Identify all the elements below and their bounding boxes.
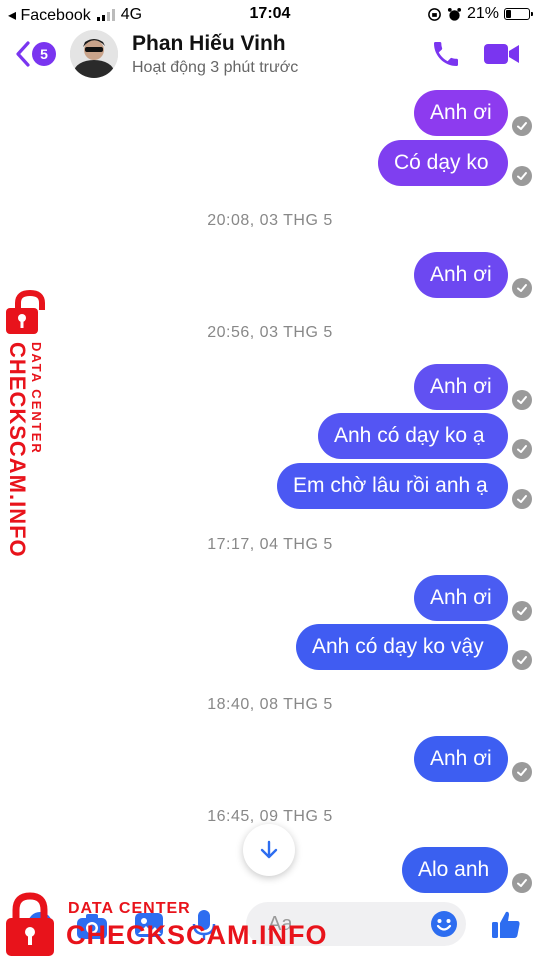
battery-icon (504, 8, 533, 20)
sent-message-bubble[interactable]: Anh ơi (414, 575, 508, 621)
seen-check-icon (512, 116, 532, 136)
alarm-icon (447, 7, 462, 21)
orientation-lock-icon (428, 7, 441, 21)
sent-message-bubble[interactable]: Anh ơi (414, 90, 508, 136)
seen-check-icon (512, 601, 532, 621)
seen-check-icon (512, 390, 532, 410)
watermark-bottom-line1: DATA CENTER (68, 900, 191, 917)
messenger-chat-screen: ◂ Facebook 4G 17:04 21% 5 Phan Hiếu Vinh… (0, 0, 540, 960)
emoji-icon (431, 911, 457, 937)
watermark-bottom-line2: CHECKSCAM.INFO (66, 920, 328, 950)
sent-message-bubble[interactable]: Anh có dạy ko ạ (318, 413, 508, 459)
timestamp-separator: 20:08, 03 THG 5 (207, 212, 333, 229)
seen-check-icon (512, 873, 532, 893)
contact-name[interactable]: Phan Hiếu Vinh (132, 32, 286, 56)
sent-message-bubble[interactable]: Có dạy ko (378, 140, 508, 186)
watermark-side-line1: DATA CENTER (29, 342, 44, 455)
arrow-down-icon (260, 840, 278, 859)
status-bar: ◂ Facebook 4G 17:04 21% (0, 0, 540, 28)
video-call-button[interactable] (483, 40, 521, 73)
sent-message-bubble[interactable]: Em chờ lâu rồi anh ạ (277, 463, 508, 509)
like-button[interactable] (490, 908, 522, 945)
sent-message-bubble[interactable]: Anh ơi (414, 736, 508, 782)
phone-icon (434, 42, 458, 66)
seen-check-icon (512, 650, 532, 670)
watermark-side-line2: CHECKSCAM.INFO (5, 342, 30, 558)
back-button[interactable]: 5 (14, 40, 56, 68)
chat-header: 5 Phan Hiếu Vinh Hoạt động 3 phút trước (0, 28, 540, 86)
timestamp-separator: 18:40, 08 THG 5 (207, 696, 333, 713)
phone-call-button[interactable] (430, 38, 462, 75)
seen-check-icon (512, 439, 532, 459)
active-status: Hoạt động 3 phút trước (132, 59, 299, 76)
back-chevron-icon (16, 41, 30, 67)
seen-check-icon (512, 166, 532, 186)
emoji-button[interactable] (430, 910, 458, 943)
battery-percent: 21% (466, 5, 499, 22)
sent-message-bubble[interactable]: Anh ơi (414, 364, 508, 410)
timestamp-separator: 17:17, 04 THG 5 (207, 536, 333, 553)
seen-check-icon (512, 762, 532, 782)
checkscam-side-watermark: DATA CENTER CHECKSCAM.INFO (0, 290, 64, 560)
avatar[interactable] (70, 30, 118, 78)
video-call-icon (484, 44, 519, 64)
lock-logo-icon (6, 290, 45, 334)
thumbs-up-icon (492, 911, 520, 938)
seen-check-icon (512, 278, 532, 298)
sent-message-bubble[interactable]: Alo anh (402, 847, 508, 893)
sent-message-bubble[interactable]: Anh ơi (414, 252, 508, 298)
scroll-to-bottom-button[interactable] (243, 824, 295, 876)
seen-check-icon (512, 489, 532, 509)
timestamp-separator: 20:56, 03 THG 5 (207, 324, 333, 341)
unread-count-badge: 5 (32, 42, 56, 66)
checkscam-bottom-watermark: DATA CENTER CHECKSCAM.INFO (0, 888, 330, 960)
sent-message-bubble[interactable]: Anh có dạy ko vậy (296, 624, 508, 670)
lock-logo-icon (6, 892, 54, 956)
